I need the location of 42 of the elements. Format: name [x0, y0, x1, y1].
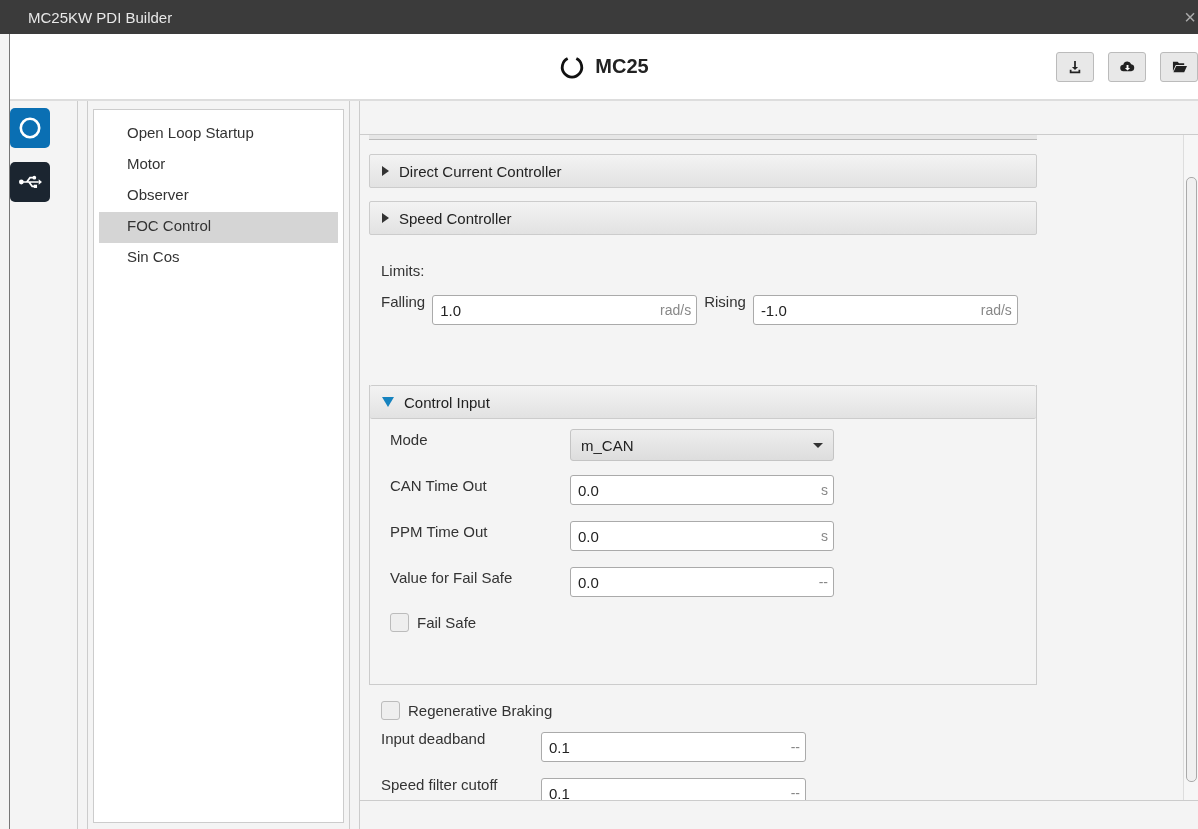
field-label: Input deadband	[381, 730, 487, 747]
input-field[interactable]: 0.0 s	[570, 475, 834, 505]
open-folder-button[interactable]	[1160, 51, 1198, 82]
field-label: Falling	[381, 293, 426, 310]
field-label: Mode	[390, 430, 429, 448]
close-button[interactable]: ×	[1182, 7, 1198, 27]
input-field[interactable]: 0.0 --	[570, 567, 834, 597]
nav-item[interactable]: FOC Control	[99, 212, 338, 243]
folder-open-icon	[1171, 59, 1187, 74]
field-label: PPM Time Out	[390, 522, 489, 540]
ring-app-icon[interactable]	[9, 108, 50, 148]
dropdown[interactable]: m_CAN	[570, 429, 834, 461]
checkbox-label: Fail Safe	[417, 614, 477, 631]
input-field[interactable]: 1.0 rad/s	[432, 295, 698, 325]
scrollbar[interactable]	[1183, 135, 1198, 800]
usb-icon[interactable]	[9, 162, 50, 202]
checkbox[interactable]	[381, 701, 400, 720]
nav-item[interactable]: Motor	[99, 150, 338, 181]
caret-icon	[813, 442, 823, 448]
cloud-download-icon	[1119, 59, 1135, 74]
field-label: CAN Time Out	[390, 476, 488, 494]
input-field[interactable]: 0.0 s	[570, 521, 834, 551]
download-icon	[1068, 59, 1082, 74]
checkbox-label: Regenerative Braking	[408, 702, 553, 719]
input-field[interactable]: 0.1 --	[541, 778, 806, 800]
checkbox[interactable]	[390, 613, 409, 632]
section-header[interactable]: Speed Controller	[369, 201, 1037, 235]
field-label: Value for Fail Safe	[390, 568, 514, 586]
app-title: MC25	[595, 55, 649, 78]
section-header[interactable]: Direct Current Controller	[369, 154, 1037, 188]
window-title: MC25KW PDI Builder	[28, 8, 173, 26]
nav-item[interactable]: Observer	[99, 181, 338, 212]
limits-label: Limits:	[381, 262, 425, 279]
nav-item[interactable]: Sin Cos	[99, 243, 338, 274]
field-label: Rising	[704, 293, 746, 310]
input-field[interactable]: 0.1 --	[541, 732, 806, 762]
cloud-download-button[interactable]	[1108, 51, 1146, 82]
section-header[interactable]: Control Input	[370, 385, 1036, 419]
input-field[interactable]: -1.0 rad/s	[752, 295, 1018, 325]
download-button[interactable]	[1056, 51, 1094, 82]
nav-item[interactable]: Open Loop Startup	[99, 119, 338, 150]
field-label: Speed filter cutoff	[381, 776, 499, 793]
